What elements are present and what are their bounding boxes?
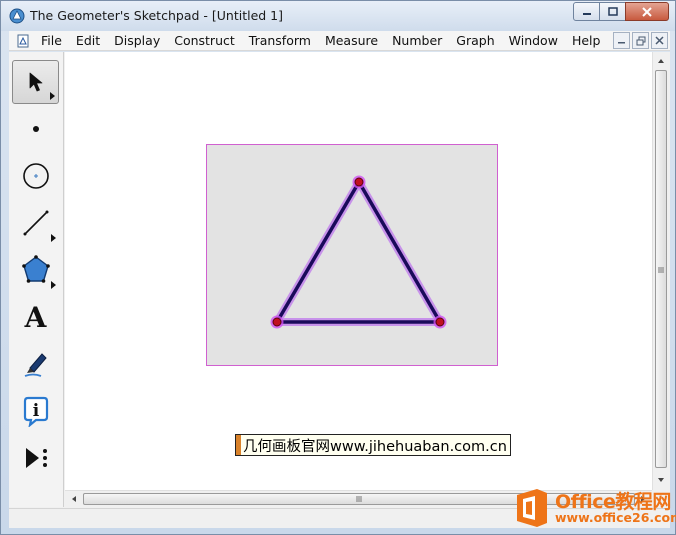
logo-url: www.office26.com [555,510,676,525]
menu-construct[interactable]: Construct [167,33,242,48]
vertex-bottom-right[interactable] [433,315,447,329]
caption-accent-bar [236,435,241,455]
close-icon [642,6,652,17]
vertex-top[interactable] [352,175,366,189]
polygon-tool[interactable] [12,248,59,292]
compass-tool[interactable] [12,154,59,198]
app-window: The Geometer's Sketchpad - [Untitled 1] … [0,0,676,535]
sketch-canvas[interactable] [65,52,652,490]
tool-options-arrow-icon [50,92,55,100]
letter-a-icon: A [24,300,47,334]
straightedge-tool[interactable] [12,201,59,245]
menu-edit[interactable]: Edit [69,33,107,48]
grip-icon [658,267,664,273]
document-restore-button[interactable] [632,32,649,49]
custom-tool[interactable] [12,436,59,480]
menu-graph[interactable]: Graph [449,33,501,48]
website-caption: 几何画板官网www.jihehuaban.com.cn [235,434,511,456]
vertical-scroll-thumb[interactable] [655,70,667,468]
sketchpad-app-icon [9,8,25,24]
maximize-icon [607,6,618,16]
text-tool[interactable]: A [12,295,59,339]
sketch-picture-frame[interactable] [206,144,498,366]
office-logo-icon [517,489,547,527]
triangle-selection-halo [273,178,444,326]
caption-buttons [573,2,669,22]
scroll-left-icon[interactable] [67,491,81,507]
point-icon [32,126,39,132]
minimize-button[interactable] [573,2,600,21]
menu-measure[interactable]: Measure [318,33,385,48]
information-tool[interactable]: i [12,389,59,433]
close-button[interactable] [625,2,669,21]
minimize-icon [582,12,591,15]
marker-tool[interactable] [12,342,59,386]
menu-file[interactable]: File [34,33,69,48]
segment-icon [23,210,48,236]
point-tool[interactable] [12,107,59,151]
menu-bar: File Edit Display Construct Transform Me… [9,31,670,51]
triangle-figure[interactable] [207,145,497,365]
arrow-cursor-icon [29,72,42,92]
window-title: The Geometer's Sketchpad - [Untitled 1] [30,8,283,23]
info-glyph: i [32,401,39,421]
maximize-button[interactable] [599,2,626,21]
document-minimize-button[interactable] [613,32,630,49]
circle-icon [22,163,49,189]
vertex-bottom-left[interactable] [270,315,284,329]
vertical-scrollbar[interactable] [652,52,669,490]
menu-number[interactable]: Number [385,33,449,48]
selection-arrow-tool[interactable] [12,60,59,104]
toolbox: A i [9,52,64,507]
menu-window[interactable]: Window [502,33,565,48]
document-icon[interactable] [16,34,30,48]
scroll-down-icon[interactable] [653,473,669,487]
marker-pen-icon [24,353,47,377]
tool-options-arrow-icon [51,234,56,242]
tool-options-arrow-icon [51,281,56,289]
close-icon [655,36,664,45]
scroll-up-icon[interactable] [653,54,669,68]
caption-text: 几何画板官网www.jihehuaban.com.cn [243,438,507,455]
play-dots-icon [25,448,47,468]
document-close-button[interactable] [651,32,668,49]
menu-help[interactable]: Help [565,33,608,48]
minimize-icon [618,42,625,44]
document-client-area: A i [9,52,670,528]
grip-icon [356,496,362,502]
restore-icon [636,36,645,45]
segment-left[interactable] [275,181,361,323]
menu-transform[interactable]: Transform [242,33,318,48]
info-icon: i [23,396,48,427]
document-caption-buttons [611,32,668,49]
title-bar[interactable]: The Geometer's Sketchpad - [Untitled 1] [1,1,675,31]
menu-display[interactable]: Display [107,33,167,48]
pentagon-icon [21,255,50,283]
segment-right[interactable] [357,181,442,323]
office-tutorial-logo: Office教程网 www.office26.com [513,486,676,530]
